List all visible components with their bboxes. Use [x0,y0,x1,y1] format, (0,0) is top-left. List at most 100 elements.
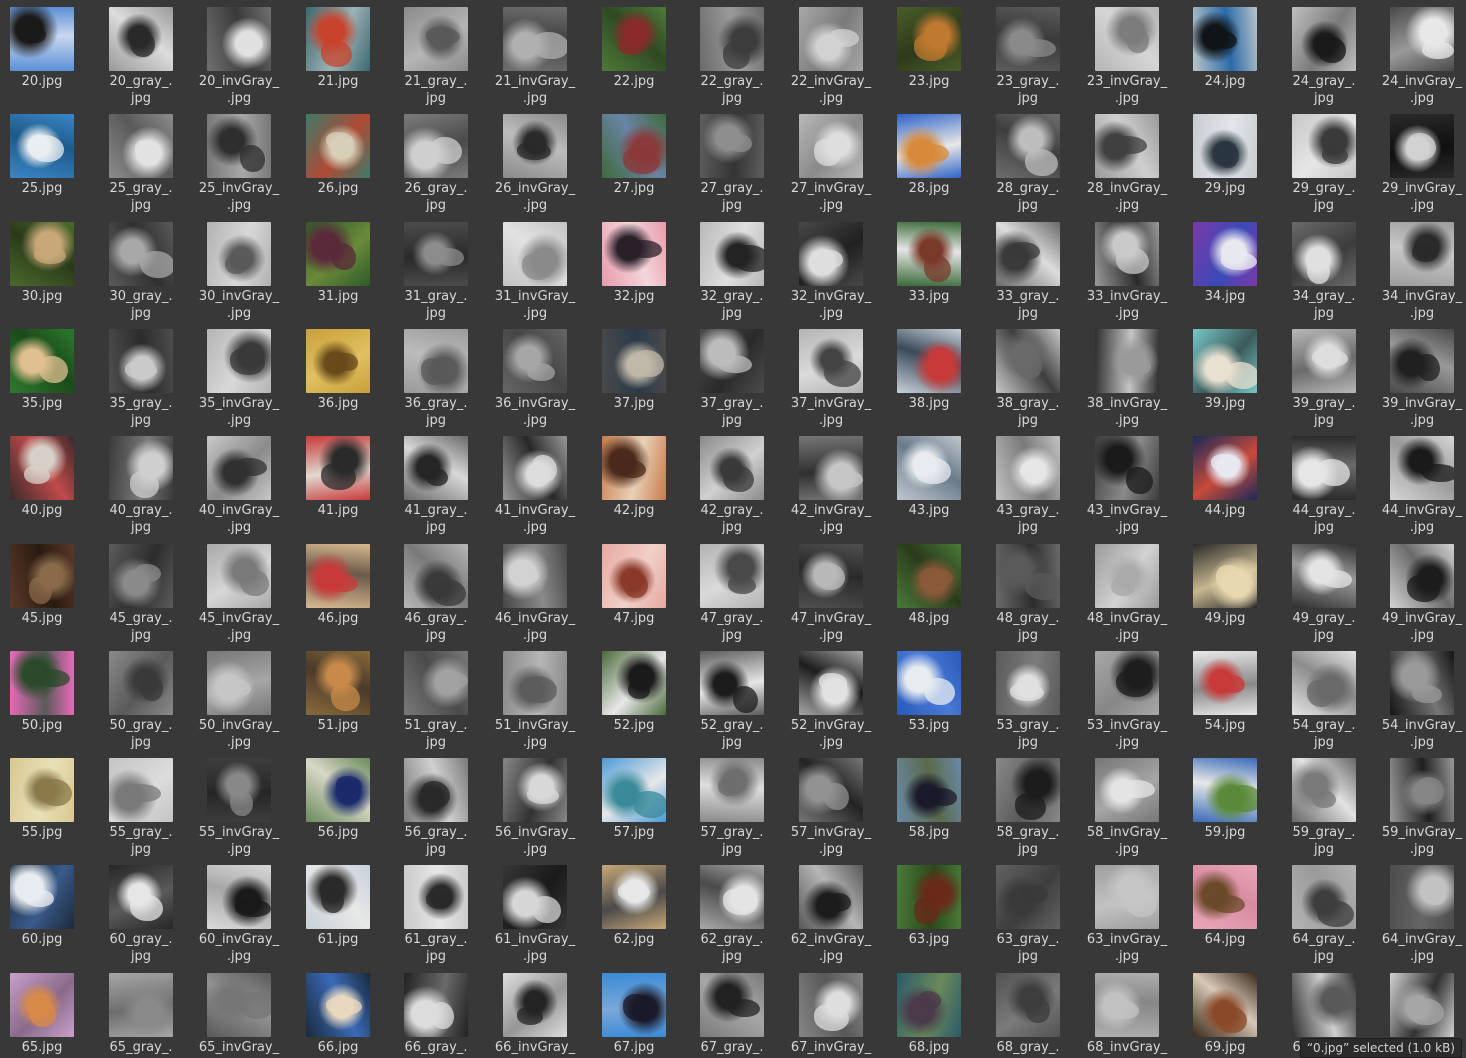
file-item[interactable]: 35_gray_. jpg [93,322,189,428]
file-item[interactable]: 68_invGray_ .jpg [1079,966,1175,1056]
file-item[interactable]: 26.jpg [290,107,386,213]
file-item[interactable]: 44_gray_. jpg [1276,429,1372,535]
file-item[interactable]: 33.jpg [881,215,977,321]
file-item[interactable]: 50.jpg [0,644,90,750]
file-item[interactable]: 62.jpg [586,858,682,964]
file-item[interactable]: 54.jpg [1177,644,1273,750]
file-item[interactable]: 58_gray_. jpg [980,751,1076,857]
file-item[interactable]: 48.jpg [881,537,977,643]
file-item[interactable]: 60.jpg [0,858,90,964]
file-item[interactable]: 38_gray_. jpg [980,322,1076,428]
file-item[interactable]: 28_gray_. jpg [980,107,1076,213]
file-item[interactable]: 69.jpg [1177,966,1273,1056]
file-item[interactable]: 51_invGray_ .jpg [487,644,583,750]
file-item[interactable]: 30.jpg [0,215,90,321]
file-item[interactable]: 46.jpg [290,537,386,643]
file-icon-grid[interactable]: 20.jpg20_gray_. jpg20_invGray_ .jpg21.jp… [0,0,1466,1056]
file-item[interactable]: 47_invGray_ .jpg [783,537,879,643]
file-item[interactable]: 61_invGray_ .jpg [487,858,583,964]
file-item[interactable]: 68.jpg [881,966,977,1056]
file-item[interactable]: 66.jpg [290,966,386,1056]
file-item[interactable]: 65_invGray_ .jpg [191,966,287,1056]
file-item[interactable]: 63_invGray_ .jpg [1079,858,1175,964]
file-item[interactable]: 50_gray_. jpg [93,644,189,750]
file-item[interactable]: 22_gray_. jpg [684,0,780,106]
file-item[interactable]: 47_gray_. jpg [684,537,780,643]
file-item[interactable]: 68_gray_. jpg [980,966,1076,1056]
file-item[interactable]: 24_invGray_ .jpg [1374,0,1466,106]
file-item[interactable]: 37.jpg [586,322,682,428]
file-item[interactable]: 41_gray_. jpg [388,429,484,535]
file-item[interactable]: 34.jpg [1177,215,1273,321]
file-item[interactable]: 24.jpg [1177,0,1273,106]
file-item[interactable]: 36_invGray_ .jpg [487,322,583,428]
file-item[interactable]: 38_invGray_ .jpg [1079,322,1175,428]
file-item[interactable]: 59_gray_. jpg [1276,751,1372,857]
file-item[interactable]: 27.jpg [586,107,682,213]
file-item[interactable]: 40_gray_. jpg [93,429,189,535]
file-item[interactable]: 51.jpg [290,644,386,750]
file-item[interactable]: 44_invGray_ .jpg [1374,429,1466,535]
file-item[interactable]: 30_gray_. jpg [93,215,189,321]
file-item[interactable]: 64_invGray_ .jpg [1374,858,1466,964]
file-item[interactable]: 34_invGray_ .jpg [1374,215,1466,321]
file-item[interactable]: 26_gray_. jpg [388,107,484,213]
file-item[interactable]: 56_gray_. jpg [388,751,484,857]
file-item[interactable]: 25_invGray_ .jpg [191,107,287,213]
file-item[interactable]: 22.jpg [586,0,682,106]
file-item[interactable]: 39_gray_. jpg [1276,322,1372,428]
file-item[interactable]: 25.jpg [0,107,90,213]
file-item[interactable]: 52_gray_. jpg [684,644,780,750]
file-item[interactable]: 49_gray_. jpg [1276,537,1372,643]
file-item[interactable]: 34_gray_. jpg [1276,215,1372,321]
file-item[interactable]: 55_invGray_ .jpg [191,751,287,857]
file-item[interactable]: 59.jpg [1177,751,1273,857]
file-item[interactable]: 33_gray_. jpg [980,215,1076,321]
file-item[interactable]: 23.jpg [881,0,977,106]
file-item[interactable]: 26_invGray_ .jpg [487,107,583,213]
file-item[interactable]: 40.jpg [0,429,90,535]
file-item[interactable]: 43_gray_. jpg [980,429,1076,535]
file-item[interactable]: 28_invGray_ .jpg [1079,107,1175,213]
file-item[interactable]: 29_gray_. jpg [1276,107,1372,213]
file-item[interactable]: 43.jpg [881,429,977,535]
file-item[interactable]: 57_invGray_ .jpg [783,751,879,857]
file-item[interactable]: 55_gray_. jpg [93,751,189,857]
file-item[interactable]: 52.jpg [586,644,682,750]
file-item[interactable]: 66_gray_. jpg [388,966,484,1056]
file-item[interactable]: 51_gray_. jpg [388,644,484,750]
file-item[interactable]: 41.jpg [290,429,386,535]
file-item[interactable]: 55.jpg [0,751,90,857]
file-item[interactable]: 54_invGray_ .jpg [1374,644,1466,750]
file-item[interactable]: 65.jpg [0,966,90,1056]
file-item[interactable]: 29.jpg [1177,107,1273,213]
file-item[interactable]: 63_gray_. jpg [980,858,1076,964]
file-item[interactable]: 42_gray_. jpg [684,429,780,535]
file-item[interactable]: 66_invGray_ .jpg [487,966,583,1056]
file-item[interactable]: 35.jpg [0,322,90,428]
file-item[interactable]: 20.jpg [0,0,90,106]
file-item[interactable]: 32_gray_. jpg [684,215,780,321]
file-item[interactable]: 64_gray_. jpg [1276,858,1372,964]
file-item[interactable]: 44.jpg [1177,429,1273,535]
file-item[interactable]: 45_gray_. jpg [93,537,189,643]
file-item[interactable]: 67_invGray_ .jpg [783,966,879,1056]
file-item[interactable]: 47.jpg [586,537,682,643]
file-item[interactable]: 33_invGray_ .jpg [1079,215,1175,321]
file-item[interactable]: 38.jpg [881,322,977,428]
file-item[interactable]: 31_invGray_ .jpg [487,215,583,321]
file-item[interactable]: 49.jpg [1177,537,1273,643]
file-item[interactable]: 22_invGray_ .jpg [783,0,879,106]
file-item[interactable]: 62_gray_. jpg [684,858,780,964]
file-item[interactable]: 35_invGray_ .jpg [191,322,287,428]
file-item[interactable]: 30_invGray_ .jpg [191,215,287,321]
file-item[interactable]: 60_invGray_ .jpg [191,858,287,964]
file-item[interactable]: 48_gray_. jpg [980,537,1076,643]
file-item[interactable]: 24_gray_. jpg [1276,0,1372,106]
file-item[interactable]: 20_invGray_ .jpg [191,0,287,106]
file-item[interactable]: 45.jpg [0,537,90,643]
file-item[interactable]: 36_gray_. jpg [388,322,484,428]
file-item[interactable]: 67.jpg [586,966,682,1056]
file-item[interactable]: 53_invGray_ .jpg [1079,644,1175,750]
file-item[interactable]: 42.jpg [586,429,682,535]
